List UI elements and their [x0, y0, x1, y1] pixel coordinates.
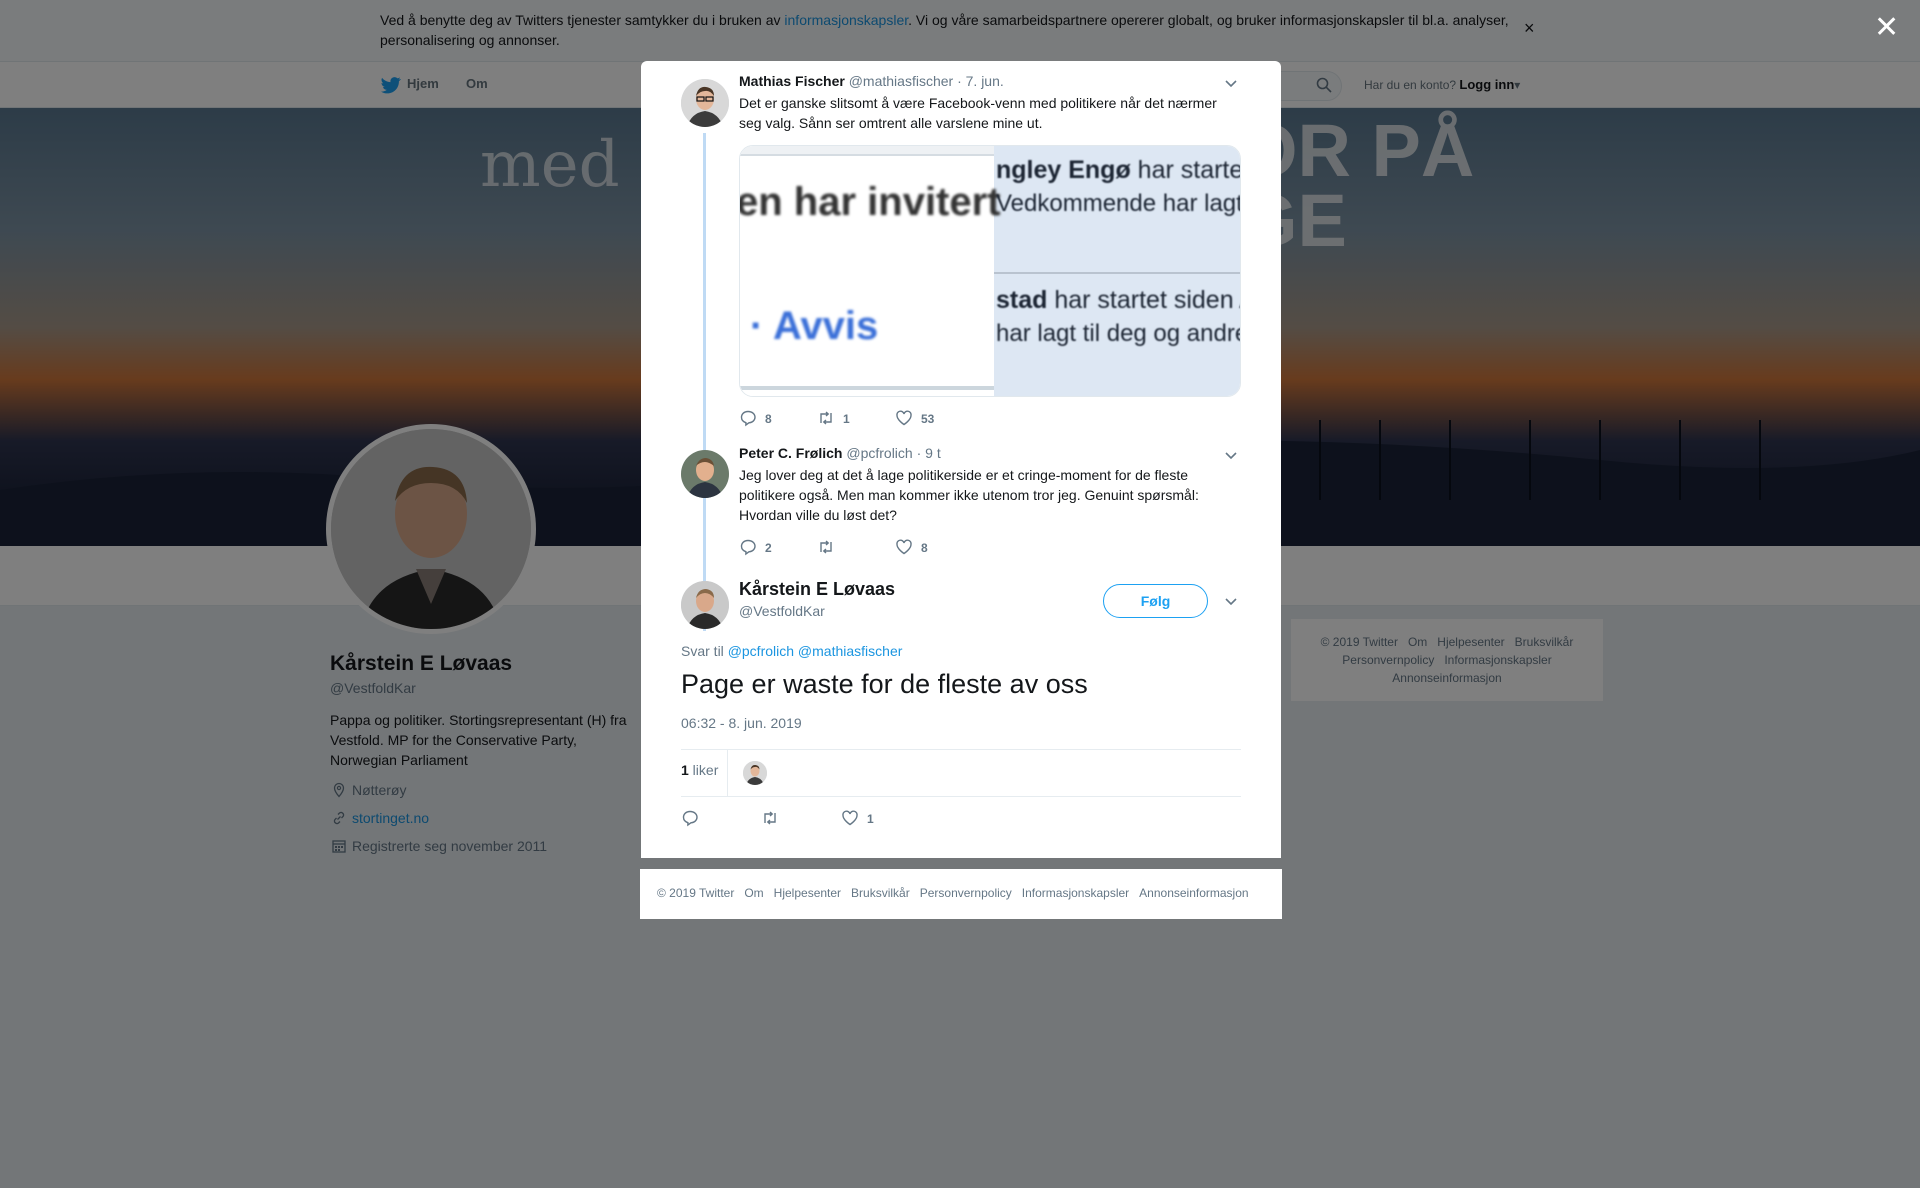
media-text: en har invitert	[739, 180, 1001, 224]
heart-icon	[896, 539, 912, 555]
reply-mentions-link[interactable]: @pcfrolich @mathiasfischer	[728, 643, 903, 659]
media-text: stad har startet siden A	[996, 286, 1241, 314]
avatar-image	[681, 581, 729, 629]
reply-button[interactable]	[681, 809, 699, 829]
media-text: Vedkommende har lagt	[996, 190, 1241, 217]
avatar-image	[743, 761, 767, 785]
tweet-author-handle[interactable]: @pcfrolich	[846, 445, 912, 461]
reply-icon	[682, 810, 698, 827]
retweet-icon	[820, 540, 832, 554]
main-tweet-text: Page er waste for de fleste av oss	[681, 669, 1088, 699]
footer-link-cookies[interactable]: Informasjonskapsler	[1022, 886, 1129, 900]
modal-footer: © 2019 Twitter Om Hjelpesenter Bruksvilkår P…	[640, 869, 1282, 919]
avatar-image	[681, 450, 729, 498]
tweet-avatar-mathias[interactable]	[681, 79, 729, 127]
media-panel-separator	[994, 272, 1240, 274]
tweet-avatar-peter[interactable]	[681, 450, 729, 498]
tweet-media-image[interactable]: en har invitert · Avvis ngley Engø har s…	[739, 145, 1241, 397]
tweet-header: Peter C. Frølich @pcfrolich · 9 t	[739, 445, 941, 461]
tweet-time[interactable]: · 7. jun.	[957, 73, 1004, 89]
reply-button[interactable]: 8	[739, 409, 772, 429]
avatar-image	[681, 79, 729, 127]
reply-context: Svar til @pcfrolich @mathiasfischer	[681, 643, 903, 659]
divider	[727, 750, 728, 796]
media-panel-bottom-bar	[740, 386, 994, 390]
main-tweet-timestamp[interactable]: 06:32 - 8. jun. 2019	[681, 715, 802, 731]
retweet-button[interactable]	[817, 538, 843, 558]
media-panel-top-bar	[740, 146, 994, 156]
liker-avatar[interactable]	[743, 761, 767, 785]
tweet-author-handle[interactable]: @mathiasfischer	[849, 73, 953, 89]
footer-link-privacy[interactable]: Personvernpolicy	[920, 886, 1012, 900]
likes-count[interactable]: 1 liker	[681, 762, 718, 778]
tweet-modal: Mathias Fischer @mathiasfischer · 7. jun…	[641, 61, 1281, 858]
heart-icon	[842, 810, 858, 826]
chevron-down-icon[interactable]	[1224, 597, 1238, 607]
chevron-down-icon[interactable]	[1224, 79, 1238, 89]
footer-link-help[interactable]: Hjelpesenter	[774, 886, 841, 900]
reply-icon	[740, 410, 756, 427]
footer-link-terms[interactable]: Bruksvilkår	[851, 886, 910, 900]
divider	[681, 749, 1241, 750]
follow-button[interactable]: Følg	[1103, 584, 1208, 618]
tweet-text: Jeg lover deg at det å lage politikersid…	[739, 467, 1199, 523]
like-button[interactable]: 1	[841, 809, 874, 829]
tweet-time[interactable]: · 9 t	[917, 445, 941, 461]
tweet-author-name[interactable]: Mathias Fischer	[739, 73, 845, 89]
heart-icon	[896, 410, 912, 426]
media-text: · Avvis	[750, 304, 879, 348]
footer-link-about[interactable]: Om	[744, 886, 763, 900]
like-button[interactable]: 53	[895, 409, 934, 429]
main-tweet-author-handle[interactable]: @VestfoldKar	[739, 603, 825, 619]
thread-connector-line	[703, 133, 706, 631]
like-button[interactable]: 8	[895, 538, 928, 558]
tweet-header: Mathias Fischer @mathiasfischer · 7. jun…	[739, 73, 1004, 89]
close-icon[interactable]: ✕	[1874, 10, 1899, 45]
retweet-button[interactable]: 1	[817, 409, 850, 429]
main-tweet-author-name[interactable]: Kårstein E Løvaas	[739, 579, 895, 600]
main-tweet-avatar[interactable]	[681, 581, 729, 629]
tweet-text: Det er ganske slitsomt å være Facebook-v…	[739, 95, 1217, 131]
divider	[681, 796, 1241, 797]
retweet-button[interactable]	[761, 809, 779, 829]
chevron-down-icon[interactable]	[1224, 451, 1238, 461]
tweet-author-name[interactable]: Peter C. Frølich	[739, 445, 842, 461]
footer-link-ads[interactable]: Annonseinformasjon	[1139, 886, 1248, 900]
reply-icon	[740, 539, 756, 556]
media-text: har lagt til deg og andre	[996, 320, 1241, 347]
retweet-icon	[820, 411, 832, 425]
media-text: ngley Engø har startet	[996, 156, 1241, 184]
retweet-icon	[764, 811, 776, 825]
reply-button[interactable]: 2	[739, 538, 772, 558]
